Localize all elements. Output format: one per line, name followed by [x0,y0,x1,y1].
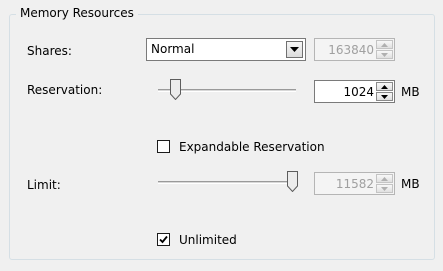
unlimited-label[interactable]: Unlimited [179,233,237,247]
arrow-down-icon[interactable] [376,92,393,101]
shares-value: 163840 [328,43,374,57]
limit-label: Limit: [27,178,61,192]
chevron-down-icon[interactable] [286,41,303,58]
reservation-value[interactable]: 1024 [343,85,374,99]
shares-level-dropdown[interactable]: Normal [146,38,306,61]
shares-level-value: Normal [151,42,195,56]
reservation-spinner[interactable]: 1024 [314,80,395,103]
limit-unit: MB [401,177,420,191]
unlimited-checkbox[interactable] [157,233,170,246]
shares-spinner: 163840 [314,38,395,61]
arrow-down-icon [376,50,393,59]
arrow-up-icon [376,174,393,183]
arrow-down-icon [376,184,393,193]
arrow-up-icon[interactable] [376,82,393,91]
reservation-slider-thumb[interactable] [169,79,181,103]
limit-spinner: 11582 [314,172,395,195]
reservation-label: Reservation: [27,83,103,97]
group-title: Memory Resources [16,6,138,20]
arrow-up-icon [376,40,393,49]
limit-value: 11582 [335,177,374,191]
expandable-reservation-label[interactable]: Expandable Reservation [179,140,325,154]
shares-label: Shares: [27,44,72,58]
limit-slider-track [158,181,298,184]
reservation-unit: MB [401,85,420,99]
expandable-reservation-checkbox[interactable] [157,140,170,153]
limit-slider-thumb [287,171,298,195]
